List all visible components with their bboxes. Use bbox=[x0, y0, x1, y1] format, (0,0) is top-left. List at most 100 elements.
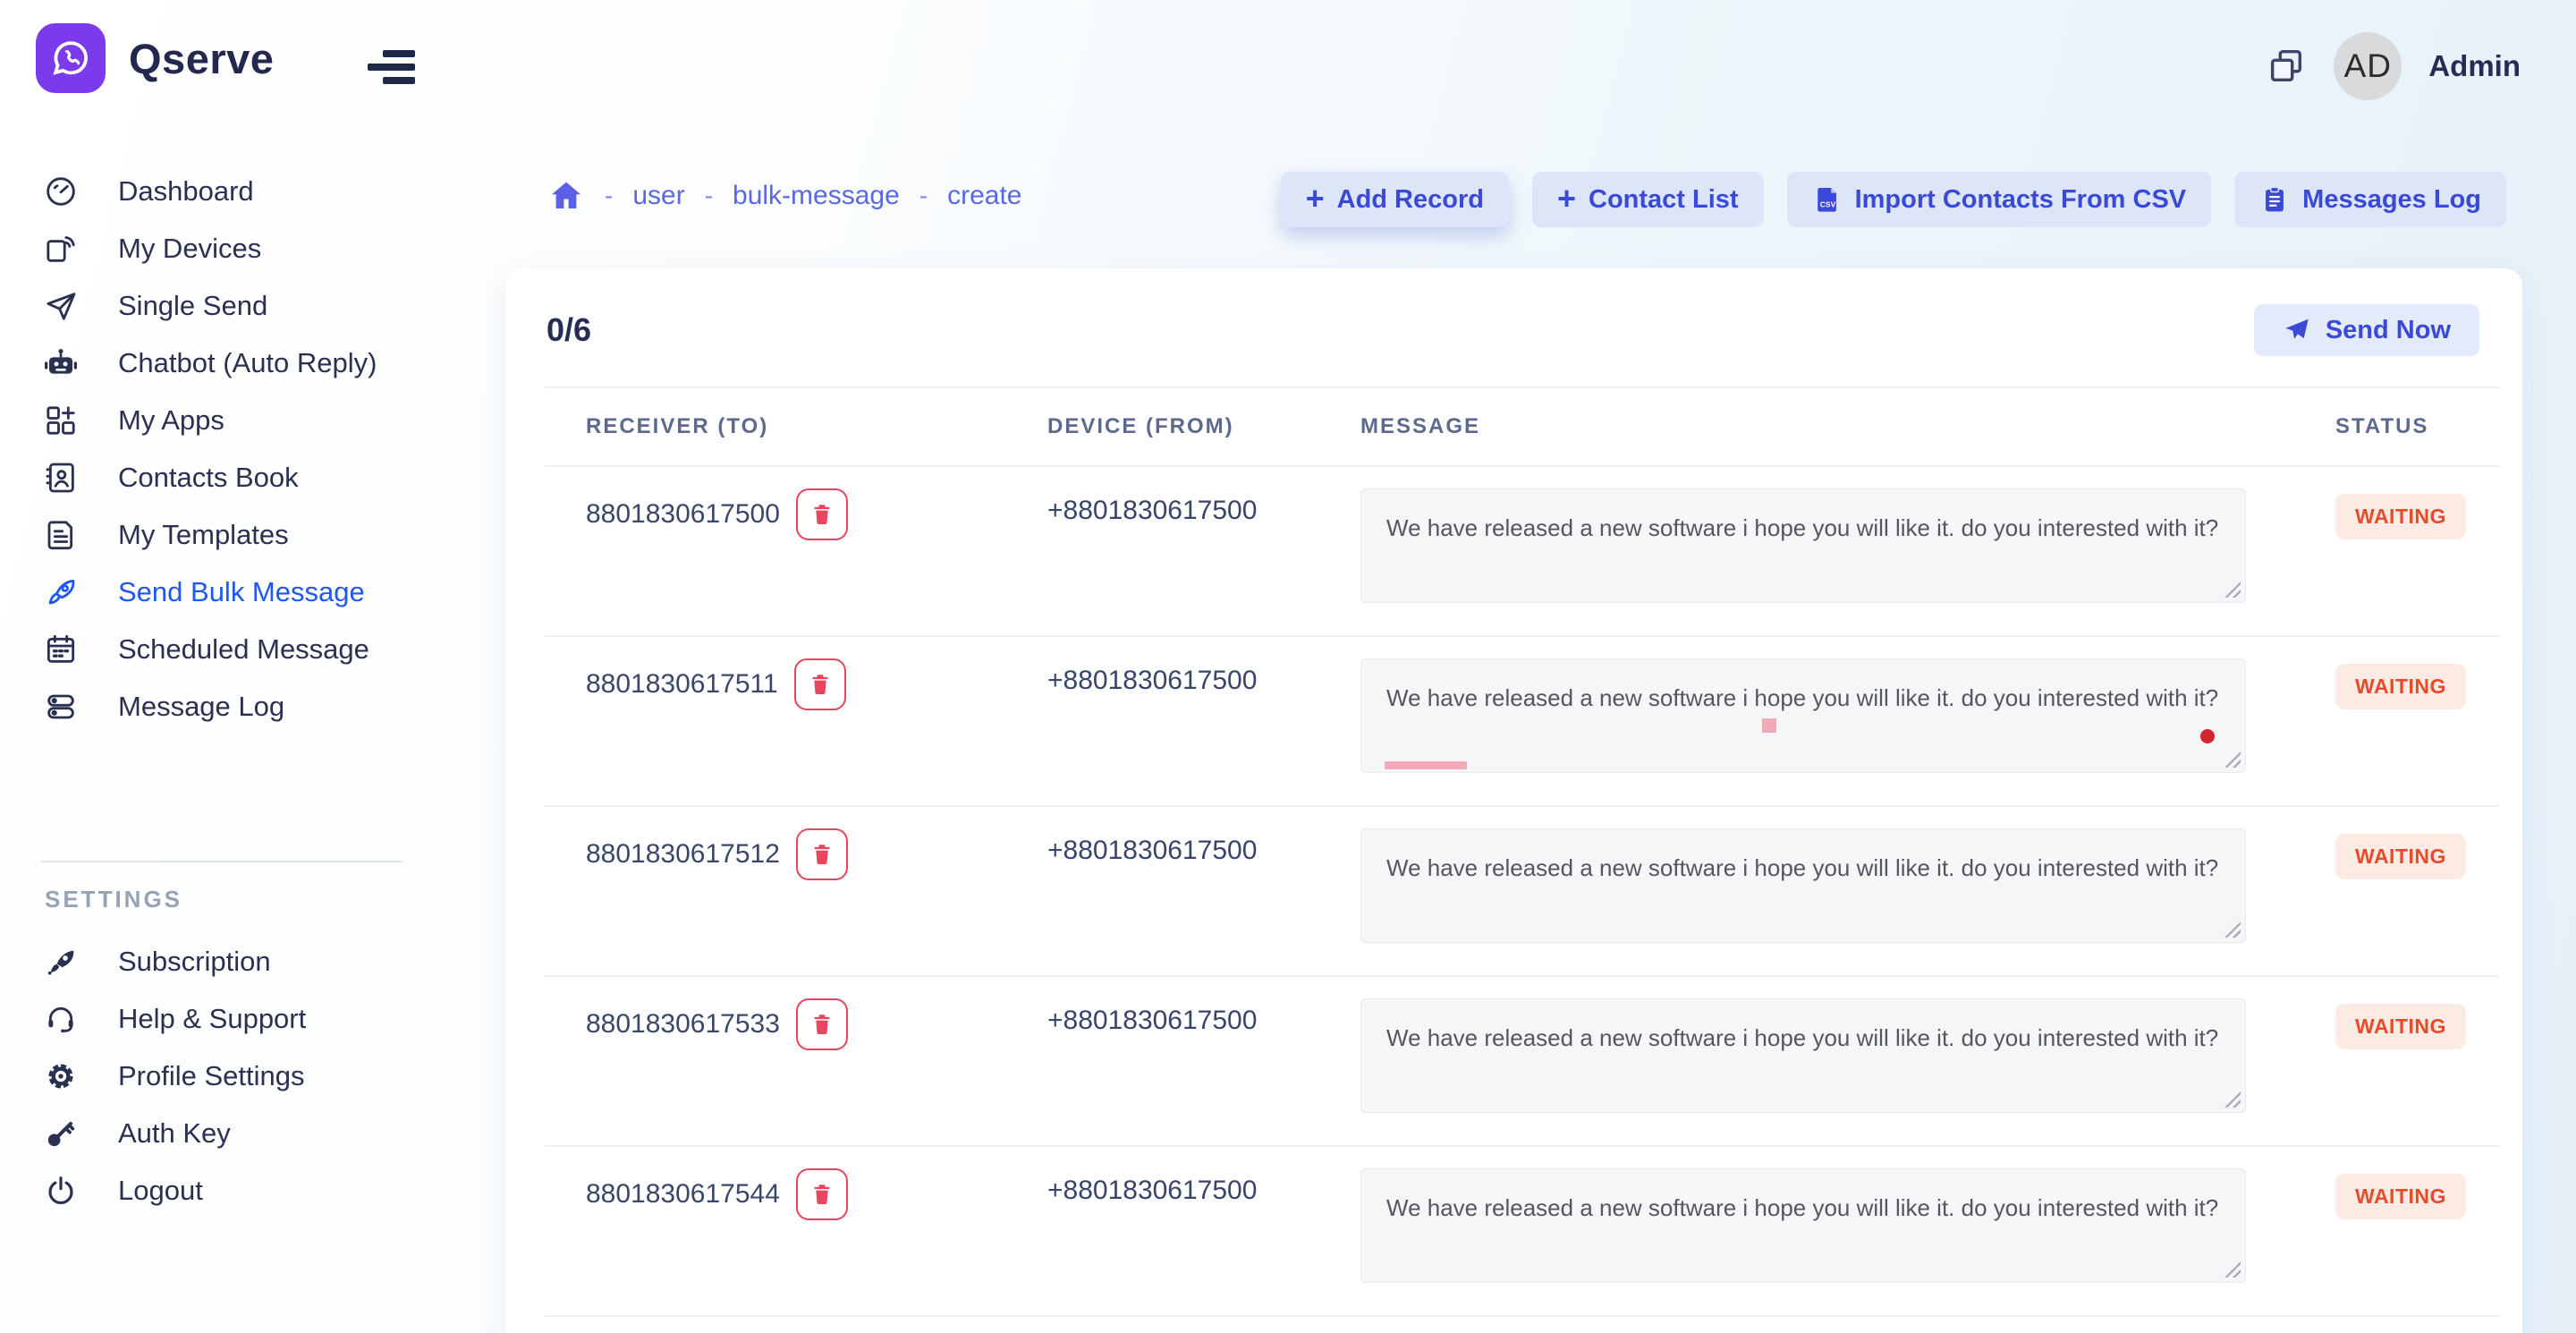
delete-row-button[interactable] bbox=[796, 1168, 848, 1220]
message-textarea[interactable]: We have released a new software i hope y… bbox=[1360, 488, 2246, 603]
whatsapp-logo-icon bbox=[36, 23, 106, 93]
table-row: 8801830617544 +8801830617500 We have rel… bbox=[545, 1147, 2499, 1317]
table-row: 8801830617533 +8801830617500 We have rel… bbox=[545, 977, 2499, 1147]
sidebar-item-profile-settings[interactable]: Profile Settings bbox=[0, 1048, 501, 1105]
status-badge: WAITING bbox=[2335, 494, 2466, 539]
trash-icon bbox=[809, 1182, 835, 1207]
receiver-number: 8801830617544 bbox=[586, 1168, 780, 1220]
clipboard-icon bbox=[2259, 184, 2290, 215]
breadcrumb: - user - bulk-message - create bbox=[547, 177, 1022, 215]
breadcrumb-separator: - bbox=[919, 182, 928, 210]
spellcheck-underline bbox=[1385, 761, 1467, 769]
sidebar-item-label: Dashboard bbox=[118, 175, 254, 208]
trash-icon bbox=[808, 672, 833, 697]
sidebar-toggle-button[interactable] bbox=[367, 50, 415, 84]
table-row: 8801830617511 +8801830617500 We have rel… bbox=[545, 637, 2499, 807]
breadcrumb-separator: - bbox=[605, 182, 613, 210]
calendar-icon bbox=[39, 632, 82, 667]
sidebar-item-my-devices[interactable]: My Devices bbox=[0, 220, 501, 277]
sidebar-item-label: Chatbot (Auto Reply) bbox=[118, 347, 377, 379]
robot-icon bbox=[39, 345, 82, 381]
status-badge: WAITING bbox=[2335, 834, 2466, 879]
message-textarea[interactable]: We have released a new software i hope y… bbox=[1360, 658, 2246, 773]
app-root: Qserve AD Admin Dashboard bbox=[0, 0, 2576, 1333]
power-icon bbox=[39, 1173, 82, 1209]
sidebar-item-single-send[interactable]: Single Send bbox=[0, 277, 501, 335]
delete-row-button[interactable] bbox=[796, 998, 848, 1050]
sidebar-item-my-apps[interactable]: My Apps bbox=[0, 392, 501, 449]
plus-icon: + bbox=[1557, 183, 1576, 215]
sidebar-item-label: Send Bulk Message bbox=[118, 576, 365, 608]
message-textarea[interactable]: We have released a new software i hope y… bbox=[1360, 1168, 2246, 1283]
breadcrumb-create[interactable]: create bbox=[947, 181, 1021, 211]
sidebar-item-help-support[interactable]: Help & Support bbox=[0, 990, 501, 1048]
message-textarea[interactable]: We have released a new software i hope y… bbox=[1360, 828, 2246, 943]
sidebar-item-label: Subscription bbox=[118, 946, 271, 978]
send-now-button[interactable]: Send Now bbox=[2254, 304, 2479, 356]
device-number: +8801830617500 bbox=[1006, 998, 1319, 1145]
sidebar-item-subscription[interactable]: Subscription bbox=[0, 933, 501, 990]
add-record-button[interactable]: + Add Record bbox=[1281, 172, 1509, 227]
paper-plane-icon bbox=[39, 288, 82, 324]
status-badge: WAITING bbox=[2335, 664, 2466, 709]
sidebar-item-contacts-book[interactable]: Contacts Book bbox=[0, 449, 501, 506]
import-contacts-csv-button[interactable]: CSV Import Contacts From CSV bbox=[1787, 172, 2212, 227]
trash-icon bbox=[809, 1012, 835, 1037]
device-icon bbox=[39, 231, 82, 267]
bulk-message-card: 0/6 Send Now RECEIVER (TO) DEVICE (FROM)… bbox=[505, 268, 2522, 1333]
sidebar-item-dashboard[interactable]: Dashboard bbox=[0, 163, 501, 220]
col-header-message: MESSAGE bbox=[1319, 414, 2294, 439]
copy-icon[interactable] bbox=[2266, 46, 2307, 87]
gear-icon bbox=[39, 1058, 82, 1094]
user-name[interactable]: Admin bbox=[2428, 49, 2521, 83]
sidebar-item-message-log[interactable]: Message Log bbox=[0, 678, 501, 735]
send-icon bbox=[2283, 316, 2311, 344]
delete-row-button[interactable] bbox=[796, 488, 848, 540]
trash-icon bbox=[809, 502, 835, 527]
home-icon[interactable] bbox=[547, 177, 585, 215]
contacts-book-icon bbox=[39, 460, 82, 496]
status-badge: WAITING bbox=[2335, 1174, 2466, 1219]
sidebar-item-label: My Devices bbox=[118, 233, 261, 265]
sidebar-section-label: SETTINGS bbox=[45, 886, 501, 913]
device-number: +8801830617500 bbox=[1006, 828, 1319, 975]
sidebar-item-my-templates[interactable]: My Templates bbox=[0, 506, 501, 564]
sidebar-item-auth-key[interactable]: Auth Key bbox=[0, 1105, 501, 1162]
device-number: +8801830617500 bbox=[1006, 488, 1319, 635]
dashboard-icon bbox=[39, 174, 82, 209]
contact-list-button[interactable]: + Contact List bbox=[1532, 172, 1764, 227]
sidebar-item-label: My Templates bbox=[118, 519, 289, 551]
spellcheck-mark bbox=[1762, 718, 1776, 733]
receiver-number: 8801830617533 bbox=[586, 998, 780, 1050]
delete-row-button[interactable] bbox=[796, 828, 848, 880]
avatar[interactable]: AD bbox=[2334, 32, 2402, 100]
table-header-row: RECEIVER (TO) DEVICE (FROM) MESSAGE STAT… bbox=[545, 386, 2499, 467]
message-log-icon bbox=[39, 689, 82, 725]
message-textarea[interactable]: We have released a new software i hope y… bbox=[1360, 998, 2246, 1113]
sidebar: Dashboard My Devices Single Send bbox=[0, 163, 501, 1219]
sidebar-item-label: Auth Key bbox=[118, 1117, 231, 1150]
toolbar: + Add Record + Contact List CSV Import C… bbox=[1281, 172, 2506, 227]
breadcrumb-user[interactable]: user bbox=[632, 181, 684, 211]
sidebar-item-chatbot[interactable]: Chatbot (Auto Reply) bbox=[0, 335, 501, 392]
sidebar-item-send-bulk-message[interactable]: Send Bulk Message bbox=[0, 564, 501, 621]
receiver-number: 8801830617511 bbox=[586, 658, 778, 710]
sidebar-item-label: Logout bbox=[118, 1175, 203, 1207]
brand-logo[interactable]: Qserve bbox=[36, 23, 274, 93]
rocket-icon bbox=[39, 574, 82, 610]
template-file-icon bbox=[39, 517, 82, 553]
receiver-number: 8801830617500 bbox=[586, 488, 780, 540]
brand-name: Qserve bbox=[129, 34, 274, 83]
plus-icon: + bbox=[1306, 183, 1325, 215]
sidebar-item-label: Contacts Book bbox=[118, 462, 299, 494]
apps-grid-icon bbox=[39, 403, 82, 438]
table-row: 8801830617512 +8801830617500 We have rel… bbox=[545, 807, 2499, 977]
delete-row-button[interactable] bbox=[794, 658, 846, 710]
messages-log-button[interactable]: Messages Log bbox=[2234, 172, 2506, 227]
receiver-number: 8801830617512 bbox=[586, 828, 780, 880]
sidebar-item-scheduled-message[interactable]: Scheduled Message bbox=[0, 621, 501, 678]
sidebar-item-logout[interactable]: Logout bbox=[0, 1162, 501, 1219]
sidebar-item-label: My Apps bbox=[118, 404, 225, 437]
breadcrumb-bulk-message[interactable]: bulk-message bbox=[733, 181, 900, 211]
table-row: 8801830617500 +8801830617500 We have rel… bbox=[545, 467, 2499, 637]
